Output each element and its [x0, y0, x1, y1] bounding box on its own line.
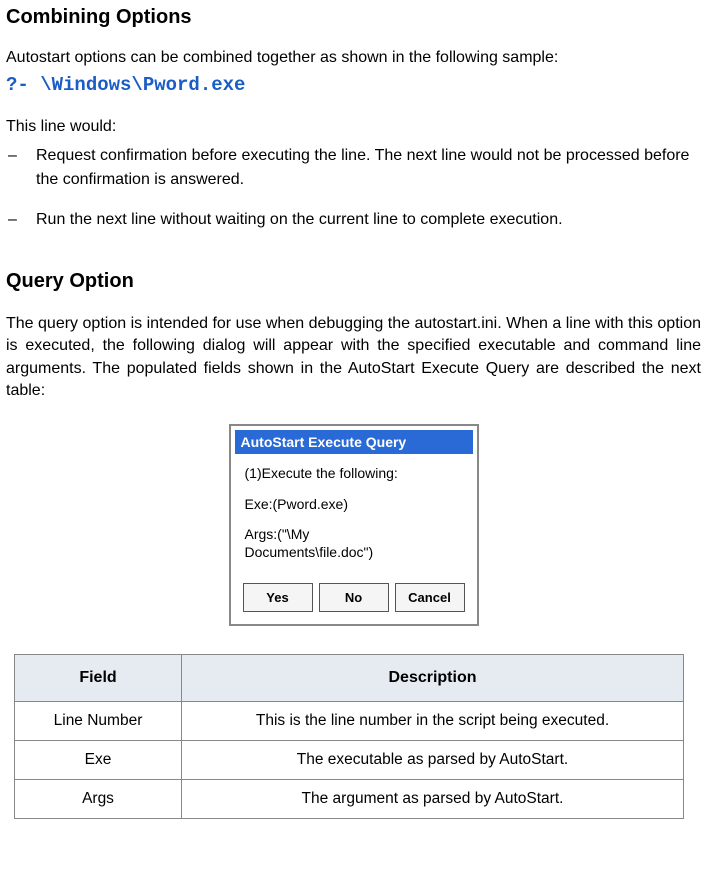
- table-row: Exe The executable as parsed by AutoStar…: [15, 741, 684, 780]
- bullet-list: Request confirmation before executing th…: [6, 144, 701, 232]
- dialog-text-line: Exe:(Pword.exe): [245, 495, 463, 513]
- dialog-text-line: Args:("\My Documents\file.doc"): [245, 525, 463, 561]
- table-cell: The executable as parsed by AutoStart.: [182, 741, 684, 780]
- cancel-button[interactable]: Cancel: [395, 583, 465, 612]
- table-header-description: Description: [182, 655, 684, 702]
- dialog-button-row: Yes No Cancel: [235, 579, 473, 620]
- table-header-row: Field Description: [15, 655, 684, 702]
- dialog-text: Args:("\My: [245, 526, 310, 542]
- dialog-window: AutoStart Execute Query (1)Execute the f…: [229, 424, 479, 626]
- table-cell: Exe: [15, 741, 182, 780]
- dialog-text-line: (1)Execute the following:: [245, 464, 463, 482]
- table-cell: This is the line number in the script be…: [182, 702, 684, 741]
- dialog-text: Documents\file.doc"): [245, 544, 374, 560]
- table-cell: The argument as parsed by AutoStart.: [182, 780, 684, 819]
- code-sample: ?- \Windows\Pword.exe: [6, 73, 701, 99]
- table-cell: Line Number: [15, 702, 182, 741]
- dialog-screenshot: AutoStart Execute Query (1)Execute the f…: [6, 424, 701, 626]
- heading-query-option: Query Option: [6, 270, 701, 293]
- table-row: Args The argument as parsed by AutoStart…: [15, 780, 684, 819]
- dialog-body: (1)Execute the following: Exe:(Pword.exe…: [235, 454, 473, 579]
- no-button[interactable]: No: [319, 583, 389, 612]
- query-paragraph: The query option is intended for use whe…: [6, 313, 701, 403]
- table-header-field: Field: [15, 655, 182, 702]
- list-item: Request confirmation before executing th…: [6, 144, 701, 192]
- table-row: Line Number This is the line number in t…: [15, 702, 684, 741]
- intro-paragraph: Autostart options can be combined togeth…: [6, 47, 701, 69]
- dialog-title-bar: AutoStart Execute Query: [235, 430, 473, 454]
- yes-button[interactable]: Yes: [243, 583, 313, 612]
- fields-table: Field Description Line Number This is th…: [14, 654, 684, 819]
- lead-text: This line would:: [6, 116, 701, 138]
- table-cell: Args: [15, 780, 182, 819]
- heading-combining-options: Combining Options: [6, 6, 701, 29]
- list-item: Run the next line without waiting on the…: [6, 208, 701, 232]
